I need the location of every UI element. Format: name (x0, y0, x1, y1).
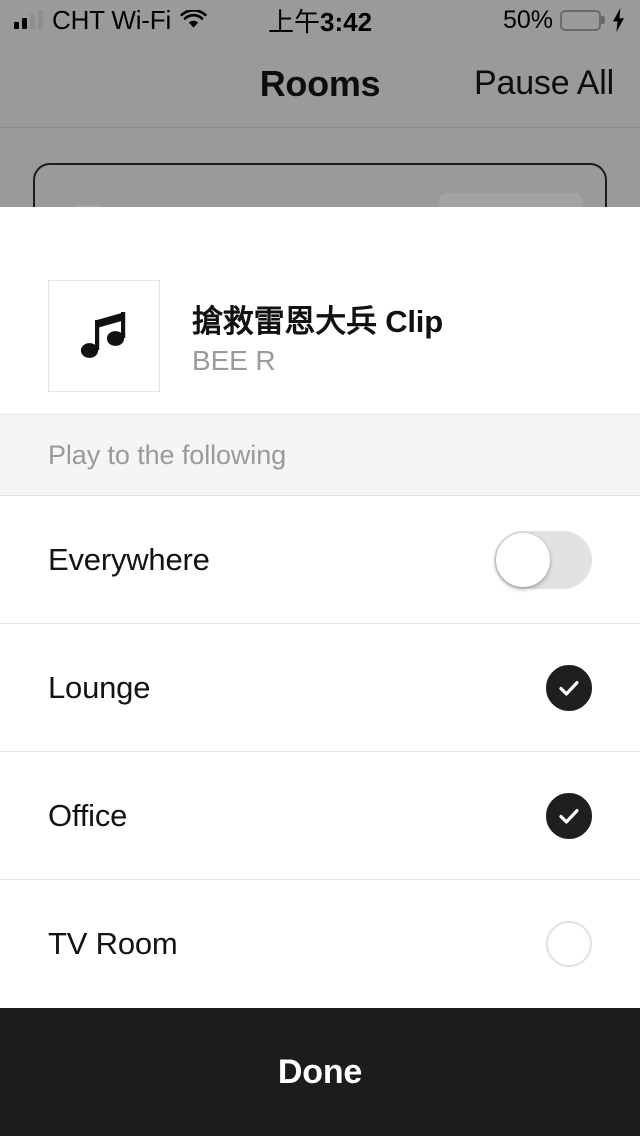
everywhere-toggle[interactable] (494, 530, 592, 589)
room-list: Everywhere Lounge Office TV Room (0, 496, 640, 1008)
app-nav-bar: Rooms Pause All (0, 40, 640, 128)
room-row-everywhere[interactable]: Everywhere (0, 496, 640, 624)
status-bar-right: 50% (503, 6, 626, 35)
status-bar: CHT Wi-Fi 上午3:42 50% (0, 0, 640, 40)
room-label: TV Room (48, 926, 178, 961)
room-row-office[interactable]: Office (0, 752, 640, 880)
done-button-label: Done (277, 1052, 363, 1091)
now-playing-text: 搶救雷恩大兵 Clip BEE R (192, 296, 443, 377)
battery-icon (560, 9, 601, 31)
section-header: Play to the following (0, 414, 640, 496)
check-icon (559, 808, 579, 824)
room-label: Office (48, 797, 128, 833)
music-note-icon (73, 305, 135, 367)
signal-bars-icon (14, 10, 43, 29)
track-title: 搶救雷恩大兵 Clip (192, 303, 443, 339)
status-bar-left: CHT Wi-Fi (14, 5, 207, 36)
room-row-lounge[interactable]: Lounge (0, 624, 640, 752)
pause-all-button[interactable]: Pause All (474, 64, 614, 103)
room-label: Lounge (48, 669, 151, 705)
toggle-knob (496, 532, 550, 587)
clock-period: 上午 (267, 6, 320, 37)
section-header-label: Play to the following (48, 439, 287, 470)
room-label: Everywhere (48, 541, 210, 577)
rooms-picker-sheet: 搶救雷恩大兵 Clip BEE R Play to the following … (0, 207, 640, 1136)
done-button[interactable]: Done (0, 1008, 640, 1136)
battery-percent-label: 50% (502, 5, 553, 34)
bolt-icon (608, 8, 626, 32)
now-playing-header: 搶救雷恩大兵 Clip BEE R (0, 207, 640, 414)
track-artist: BEE R (192, 344, 276, 376)
room-checkbox-checked[interactable] (546, 792, 592, 839)
clock-time: 3:42 (319, 6, 373, 37)
check-icon (559, 680, 579, 696)
room-checkbox-unchecked[interactable] (546, 921, 592, 967)
album-artwork (48, 280, 160, 392)
carrier-label: CHT Wi-Fi (52, 4, 172, 35)
room-row-tv-room[interactable]: TV Room (0, 880, 640, 1008)
page-title: Rooms (259, 62, 381, 104)
room-checkbox-checked[interactable] (546, 664, 592, 711)
wifi-icon (180, 10, 207, 30)
